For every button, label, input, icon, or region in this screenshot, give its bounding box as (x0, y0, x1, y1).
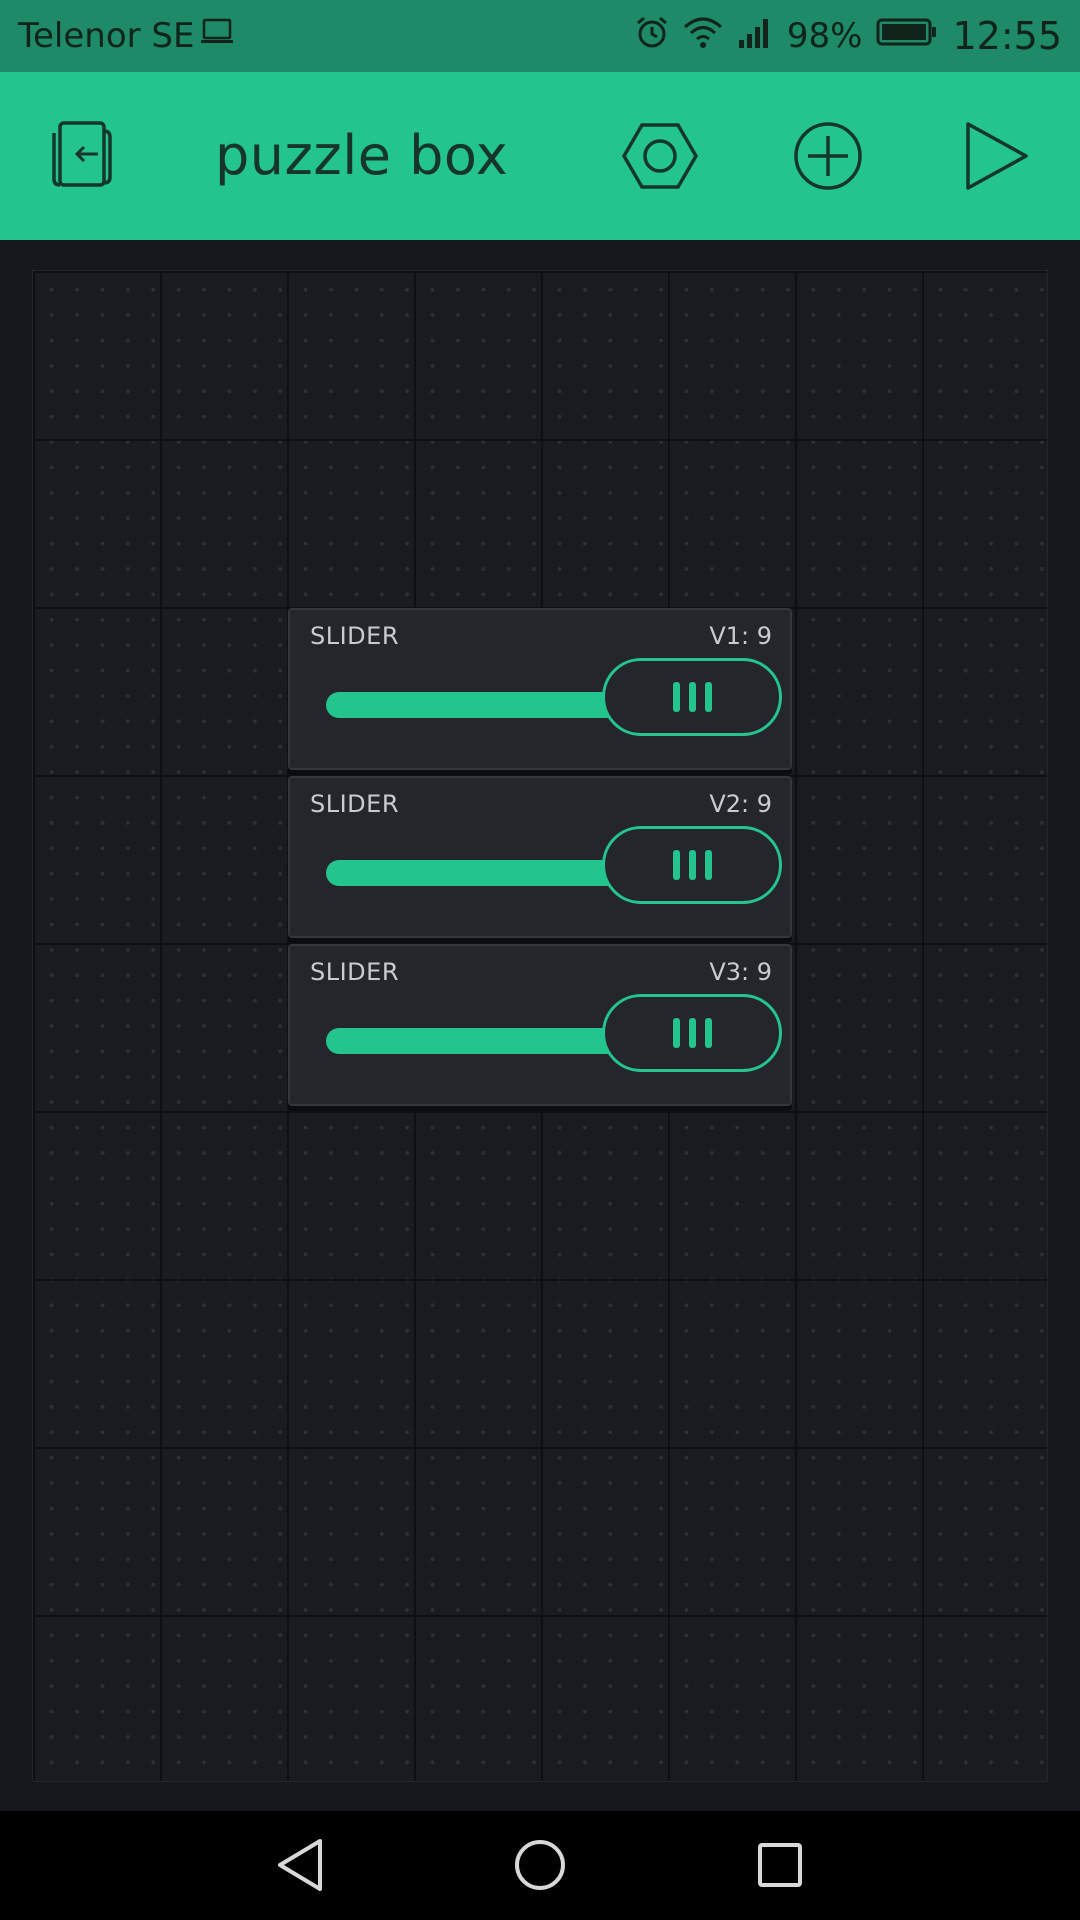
wifi-icon (683, 15, 723, 58)
play-button[interactable] (955, 116, 1039, 200)
recents-icon (756, 1841, 804, 1893)
settings-button[interactable] (618, 116, 702, 200)
laptop-icon (200, 16, 234, 56)
recents-button[interactable] (738, 1825, 822, 1909)
settings-hexagon-icon (621, 121, 699, 195)
slider-value: V2: 9 (709, 790, 772, 818)
slider-label: SLIDER (310, 622, 400, 650)
carrier-name: Telenor SE (18, 16, 195, 56)
slider-value: V3: 9 (709, 958, 772, 986)
project-title: puzzle box (215, 124, 509, 187)
grip-icon (704, 850, 712, 880)
slider-label: SLIDER (310, 958, 400, 986)
grip-icon (688, 850, 696, 880)
slider-handle[interactable] (602, 658, 782, 736)
app-bar: puzzle box (0, 72, 1080, 240)
grip-icon (672, 850, 680, 880)
slider-widget-v2[interactable]: SLIDER V2: 9 (288, 776, 792, 938)
alarm-icon (635, 15, 669, 58)
back-button[interactable] (258, 1825, 342, 1909)
grip-icon (672, 682, 680, 712)
clock: 12:55 (952, 14, 1062, 58)
slider-value: V1: 9 (709, 622, 772, 650)
exit-button[interactable] (42, 116, 126, 200)
status-right: 98% 12:55 (635, 14, 1062, 59)
status-left: Telenor SE (18, 16, 234, 56)
home-button[interactable] (498, 1825, 582, 1909)
slider-widget-v3[interactable]: SLIDER V3: 9 (288, 944, 792, 1106)
add-widget-button[interactable] (786, 116, 870, 200)
signal-icon (737, 14, 773, 59)
slider-track[interactable] (326, 692, 626, 718)
grip-icon (704, 1018, 712, 1048)
exit-icon (46, 121, 122, 195)
add-widget-icon (792, 120, 864, 196)
grip-icon (688, 1018, 696, 1048)
battery-icon (876, 16, 938, 56)
grip-icon (704, 682, 712, 712)
play-icon (962, 120, 1032, 196)
slider-handle[interactable] (602, 994, 782, 1072)
grip-icon (672, 1018, 680, 1048)
slider-track[interactable] (326, 1028, 626, 1054)
system-nav-bar (0, 1811, 1080, 1920)
home-icon (513, 1838, 567, 1896)
slider-handle[interactable] (602, 826, 782, 904)
grip-icon (688, 682, 696, 712)
slider-label: SLIDER (310, 790, 400, 818)
battery-percent: 98% (786, 16, 863, 56)
status-bar: Telenor SE 98% 12:55 (0, 0, 1080, 72)
slider-track[interactable] (326, 860, 626, 886)
back-icon (274, 1837, 326, 1897)
slider-widget-v1[interactable]: SLIDER V1: 9 (288, 608, 792, 770)
